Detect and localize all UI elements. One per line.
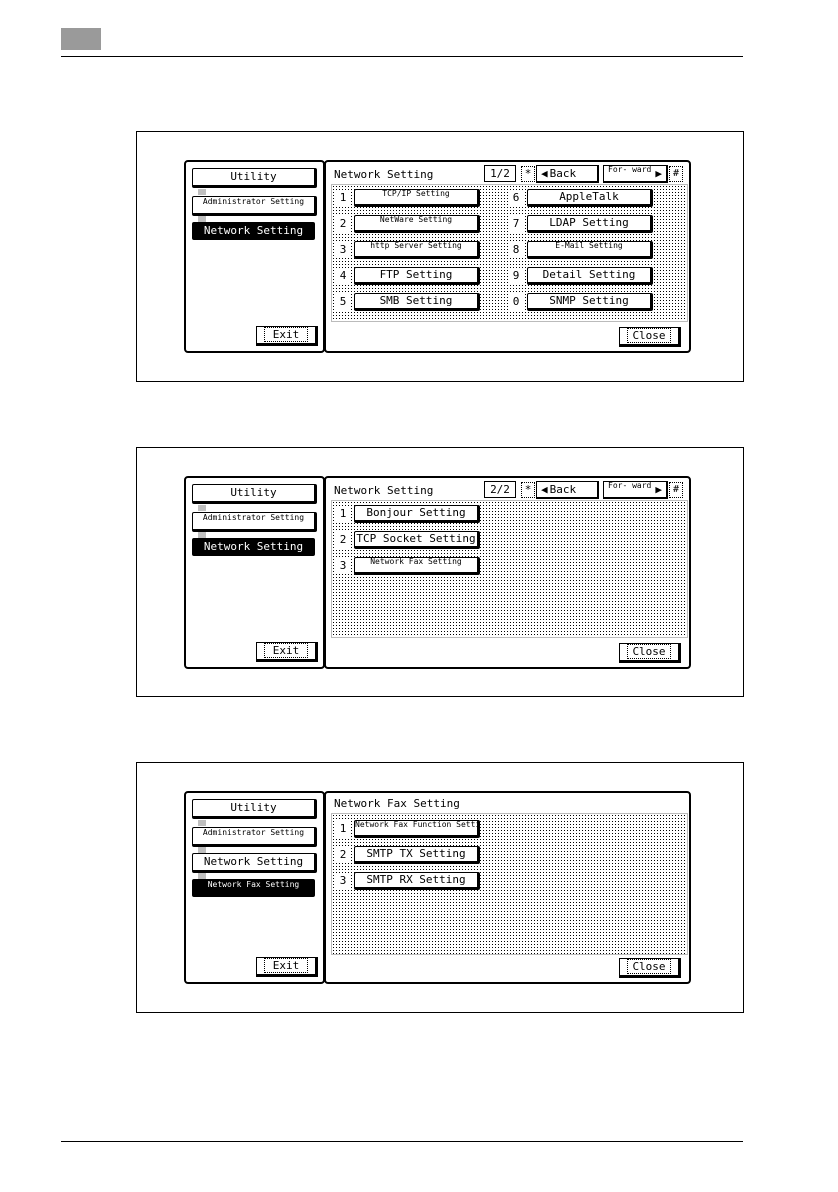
screenshot-figure-2: Utility Administrator Setting Network Se… xyxy=(136,447,744,697)
arrow-right-icon: ▶ xyxy=(655,167,662,180)
utility-button[interactable]: Utility xyxy=(192,484,317,504)
header-rule xyxy=(61,56,743,57)
right-panel: Network Fax Setting 1 Network Fax Functio… xyxy=(324,791,691,984)
item-number: 7 xyxy=(509,216,523,232)
smtp-rx-setting-button[interactable]: SMTP RX Setting xyxy=(354,872,480,890)
snmp-setting-button[interactable]: SNMP Setting xyxy=(527,293,653,311)
screen-title: Network Fax Setting xyxy=(334,797,460,810)
forward-button[interactable]: For- ward ▶ xyxy=(603,481,668,499)
tree-connector xyxy=(198,820,206,826)
close-button[interactable]: Close xyxy=(619,958,681,978)
star-key[interactable]: * xyxy=(521,166,535,182)
ftp-setting-button[interactable]: FTP Setting xyxy=(354,267,480,285)
right-panel: Network Setting 1/2 * ◀ Back For- ward ▶ #… xyxy=(324,160,691,353)
network-setting-button[interactable]: Network Setting xyxy=(192,538,315,556)
administrator-setting-button[interactable]: Administrator Setting xyxy=(192,196,317,216)
bonjour-setting-button[interactable]: Bonjour Setting xyxy=(354,505,480,523)
tcpip-setting-button[interactable]: TCP/IP Setting xyxy=(354,189,480,207)
exit-button[interactable]: Exit xyxy=(256,957,318,977)
close-label: Close xyxy=(627,644,671,659)
control-panel-screen: Utility Administrator Setting Network Se… xyxy=(184,476,691,669)
control-panel-screen: Utility Administrator Setting Network Se… xyxy=(184,160,691,353)
left-panel: Utility Administrator Setting Network Se… xyxy=(184,476,325,669)
exit-button[interactable]: Exit xyxy=(256,642,318,662)
left-panel: Utility Administrator Setting Network Se… xyxy=(184,791,325,984)
tree-connector xyxy=(198,189,206,195)
screen-title: Network Setting xyxy=(334,168,434,181)
item-number: 3 xyxy=(336,873,350,889)
administrator-setting-button[interactable]: Administrator Setting xyxy=(192,827,317,847)
network-setting-button[interactable]: Network Setting xyxy=(192,222,315,240)
item-number: 8 xyxy=(509,242,523,258)
arrow-left-icon: ◀ xyxy=(541,167,548,180)
exit-label: Exit xyxy=(263,958,309,973)
smb-setting-button[interactable]: SMB Setting xyxy=(354,293,480,311)
item-number: 1 xyxy=(336,190,350,206)
hash-key[interactable]: # xyxy=(669,482,683,498)
right-panel: Network Setting 2/2 * ◀ Back For- ward ▶ #… xyxy=(324,476,691,669)
utility-button[interactable]: Utility xyxy=(192,168,317,188)
close-button[interactable]: Close xyxy=(619,327,681,347)
item-number: 2 xyxy=(336,216,350,232)
item-number: 2 xyxy=(336,532,350,548)
exit-label: Exit xyxy=(263,327,309,342)
back-button[interactable]: ◀ Back xyxy=(536,481,599,499)
network-fax-setting-button[interactable]: Network Fax Setting xyxy=(192,879,315,897)
footer-rule xyxy=(61,1141,743,1142)
menu-grid: 1Network Fax Function Settings 2SMTP TX … xyxy=(331,813,688,955)
exit-button[interactable]: Exit xyxy=(256,326,318,346)
forward-button[interactable]: For- ward ▶ xyxy=(603,165,668,183)
smtp-tx-setting-button[interactable]: SMTP TX Setting xyxy=(354,846,480,864)
ldap-setting-button[interactable]: LDAP Setting xyxy=(527,215,653,233)
close-label: Close xyxy=(627,328,671,343)
arrow-left-icon: ◀ xyxy=(541,483,548,496)
network-fax-setting-button[interactable]: Network Fax Setting xyxy=(354,557,480,575)
menu-grid: 1 Bonjour Setting 2 TCP Socket Setting 3 Ne… xyxy=(331,500,688,638)
network-fax-function-settings-button[interactable]: Network Fax Function Settings xyxy=(354,820,480,838)
screen-title: Network Setting xyxy=(334,484,434,497)
item-number: 0 xyxy=(509,294,523,310)
item-number: 2 xyxy=(336,847,350,863)
exit-label: Exit xyxy=(263,643,309,658)
email-setting-button[interactable]: E-Mail Setting xyxy=(527,241,653,259)
close-button[interactable]: Close xyxy=(619,643,681,663)
chapter-tab-mark xyxy=(61,28,101,50)
screenshot-figure-1: Utility Administrator Setting Network Se… xyxy=(136,131,744,382)
item-number: 1 xyxy=(336,506,350,522)
administrator-setting-button[interactable]: Administrator Setting xyxy=(192,512,317,532)
hash-key[interactable]: # xyxy=(669,166,683,182)
item-number: 3 xyxy=(336,558,350,574)
arrow-right-icon: ▶ xyxy=(655,483,662,496)
forward-label: For- ward xyxy=(608,165,652,174)
item-number: 6 xyxy=(509,190,523,206)
tree-connector xyxy=(198,505,206,511)
close-label: Close xyxy=(627,959,671,974)
back-button[interactable]: ◀ Back xyxy=(536,165,599,183)
screenshot-figure-3: Utility Administrator Setting Network Se… xyxy=(136,762,744,1013)
forward-label: For- ward xyxy=(608,481,652,490)
left-panel: Utility Administrator Setting Network Se… xyxy=(184,160,325,353)
tcp-socket-setting-button[interactable]: TCP Socket Setting xyxy=(354,531,480,549)
item-number: 1 xyxy=(336,821,350,837)
network-setting-button[interactable]: Network Setting xyxy=(192,853,317,873)
appletalk-button[interactable]: AppleTalk xyxy=(527,189,653,207)
back-label: Back xyxy=(549,483,577,496)
page-indicator: 2/2 xyxy=(484,481,516,498)
star-key[interactable]: * xyxy=(521,482,535,498)
item-number: 5 xyxy=(336,294,350,310)
utility-button[interactable]: Utility xyxy=(192,799,317,819)
netware-setting-button[interactable]: NetWare Setting xyxy=(354,215,480,233)
item-number: 9 xyxy=(509,268,523,284)
back-label: Back xyxy=(549,167,577,180)
menu-grid: 1 TCP/IP Setting 2 NetWare Setting 3 http S… xyxy=(331,184,688,322)
http-server-setting-button[interactable]: http Server Setting xyxy=(354,241,480,259)
item-number: 3 xyxy=(336,242,350,258)
detail-setting-button[interactable]: Detail Setting xyxy=(527,267,653,285)
control-panel-screen: Utility Administrator Setting Network Se… xyxy=(184,791,691,984)
item-number: 4 xyxy=(336,268,350,284)
page-indicator: 1/2 xyxy=(484,165,516,182)
